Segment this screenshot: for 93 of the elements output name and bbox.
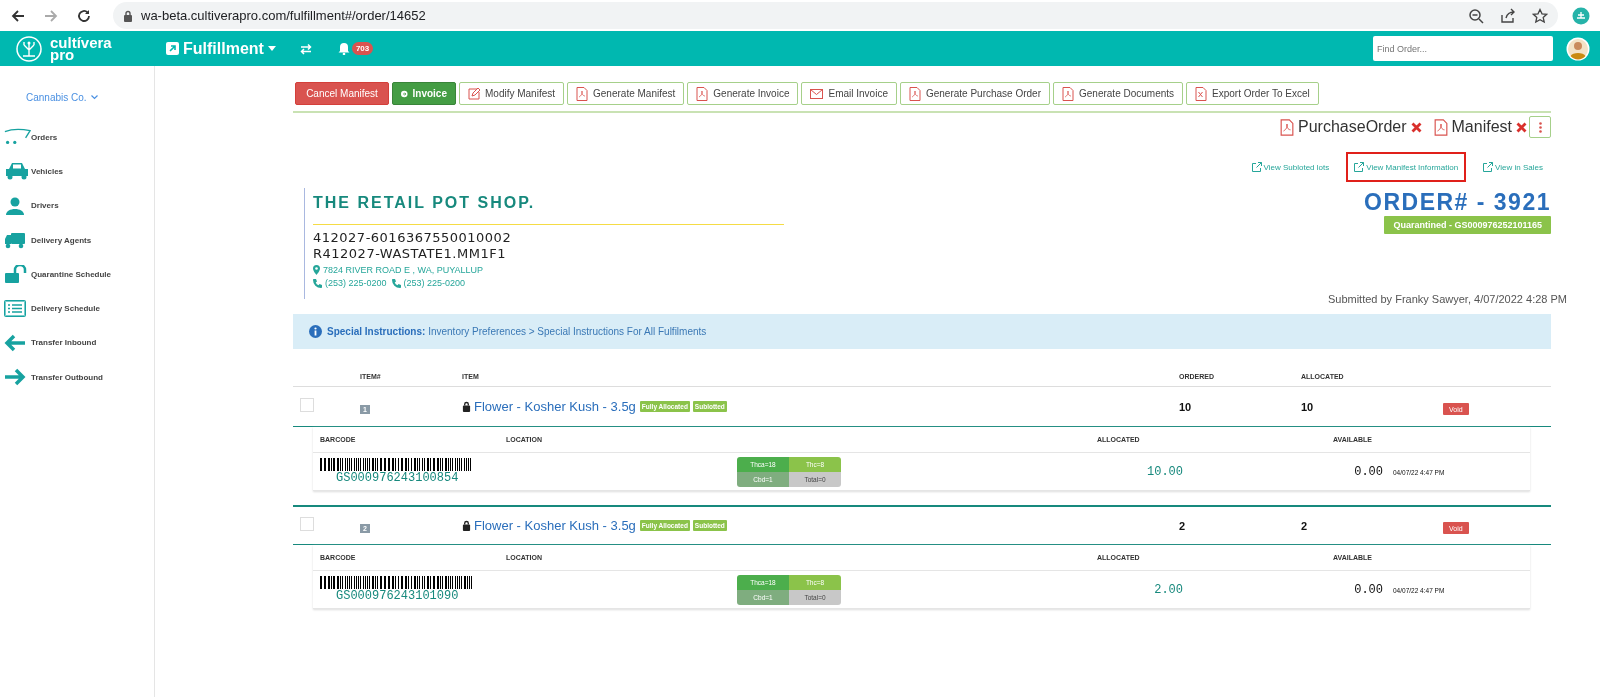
share-icon[interactable] [1500,7,1516,24]
back-icon[interactable] [10,7,26,24]
notification-count: 703 [351,42,374,55]
search-field[interactable]: Find Order... [1373,36,1553,61]
company-selector[interactable]: Cannabis Co. [0,92,154,103]
external-link-icon [1251,162,1262,172]
pdf-icon [1433,118,1448,136]
forward-icon[interactable] [43,7,59,24]
lock-icon [462,401,471,412]
arrow-right-icon [4,368,26,387]
product-name[interactable]: Flower - Kosher Kush - 3.5g [474,518,636,533]
cancel-manifest-button[interactable]: Cancel Manifest [295,82,389,105]
mail-icon [810,88,824,99]
swap-icon[interactable] [299,42,312,55]
ordered-quantity: 10 [1179,400,1193,413]
user-icon [4,196,26,215]
allocated-amount: 10.00 [1146,464,1184,479]
close-icon[interactable] [1516,121,1527,133]
pdf-icon [1280,118,1295,136]
order-number: ORDER# - 3921 [1364,188,1551,216]
phone-icon [391,278,401,288]
store-address: 7824 RIVER ROAD E , WA, PUYALLUP [323,265,484,275]
product-name[interactable]: Flower - Kosher Kush - 3.5g [474,399,636,414]
status-badge: Quarantined - GS000976252101165 [1384,216,1551,234]
arrow-left-icon [4,333,26,352]
allocated-quantity: 10 [1301,400,1315,413]
close-icon[interactable] [1410,121,1422,133]
pdf-icon [1062,86,1074,101]
toolbar-button[interactable]: Generate Invoice [687,82,799,105]
sidebar-item[interactable]: Delivery Schedule [0,291,154,326]
caret-icon [267,46,276,51]
info-icon [309,325,322,338]
logo-icon [16,35,42,62]
chevron-icon [90,95,98,100]
instructions-text: Special Instructions: Inventory Preferences > Special Instructions For All Fulfilments [327,326,707,337]
sidebar-item[interactable]: Quarantine Schedule [0,257,154,292]
license-number: 412027-6016367550010002 [313,230,513,246]
sidebar-item[interactable]: Orders [0,120,154,155]
ordered-quantity: 2 [1179,519,1187,532]
row-checkbox[interactable] [300,516,314,531]
address-bar[interactable]: wa-beta.cultiverapro.com/fulfillment#/order/14652 [113,2,1558,29]
unlock-icon [4,265,28,284]
available-amount: 0.00 [1353,464,1383,479]
lock-icon [462,520,471,531]
kebab-menu-icon [1538,121,1542,133]
barcode-number: GS000976243100854 [336,471,459,485]
document-link[interactable]: Manifest [1451,118,1512,136]
phone-number: (253) 225-0200 [403,278,466,288]
reload-icon[interactable] [76,7,92,24]
sidebar-item[interactable]: Drivers [0,188,154,223]
extension-icon[interactable] [1572,6,1590,25]
submitted-info: Submitted by Franky Sawyer, 4/07/2022 4:28 PM [1326,293,1567,305]
toolbar-button[interactable]: Export Order To Excel [1186,82,1319,105]
logo-text: cultívera [50,36,112,49]
toolbar-button[interactable]: Email Invoice [801,82,897,105]
available-amount: 0.00 [1353,582,1383,597]
star-icon[interactable] [1532,7,1548,24]
edit-icon [468,87,480,100]
document-link[interactable]: PurchaseOrder [1298,118,1407,136]
external-link-icon [166,42,179,55]
car-icon [4,162,30,181]
external-link-icon [1483,162,1494,172]
map-pin-icon [313,265,320,275]
pdf-icon [576,86,589,101]
logo-text: pro [50,48,75,61]
allocated-quantity: 2 [1301,519,1309,532]
more-button[interactable] [1529,116,1551,138]
lock-icon [123,9,133,22]
zoom-out-icon[interactable] [1468,7,1484,24]
toolbar-button[interactable]: Generate Purchase Order [899,82,1050,105]
phone-icon [313,278,322,288]
truck-icon [4,231,26,249]
toolbar-button[interactable]: Modify Manifest [459,82,565,105]
toolbar-button[interactable]: Generate Manifest [567,82,685,105]
pdf-icon [908,86,921,101]
bell-icon[interactable] [337,42,350,55]
sidebar-item[interactable]: Delivery Agents [0,222,154,258]
avatar-icon[interactable] [1566,36,1590,61]
excel-file-icon [1195,86,1208,101]
row-checkbox[interactable] [300,397,314,412]
allocated-amount: 2.00 [1153,582,1184,597]
cart-icon [4,128,31,147]
location-id: R412027-WASTATE1.MM1F1 [313,246,507,262]
sidebar-item[interactable]: Transfer Outbound [0,360,154,395]
barcode-number: GS000976243101090 [336,589,459,603]
store-name: THE RETAIL POT SHOP. [313,194,537,212]
phone-number: (253) 225-0200 [325,278,387,288]
external-link-icon [1354,162,1365,172]
pdf-icon [696,86,709,101]
list-icon [4,300,26,318]
sidebar-item[interactable]: Transfer Inbound [0,325,154,361]
toolbar-button[interactable]: Generate Documents [1053,82,1184,105]
sidebar-item[interactable]: Vehicles [0,154,154,189]
